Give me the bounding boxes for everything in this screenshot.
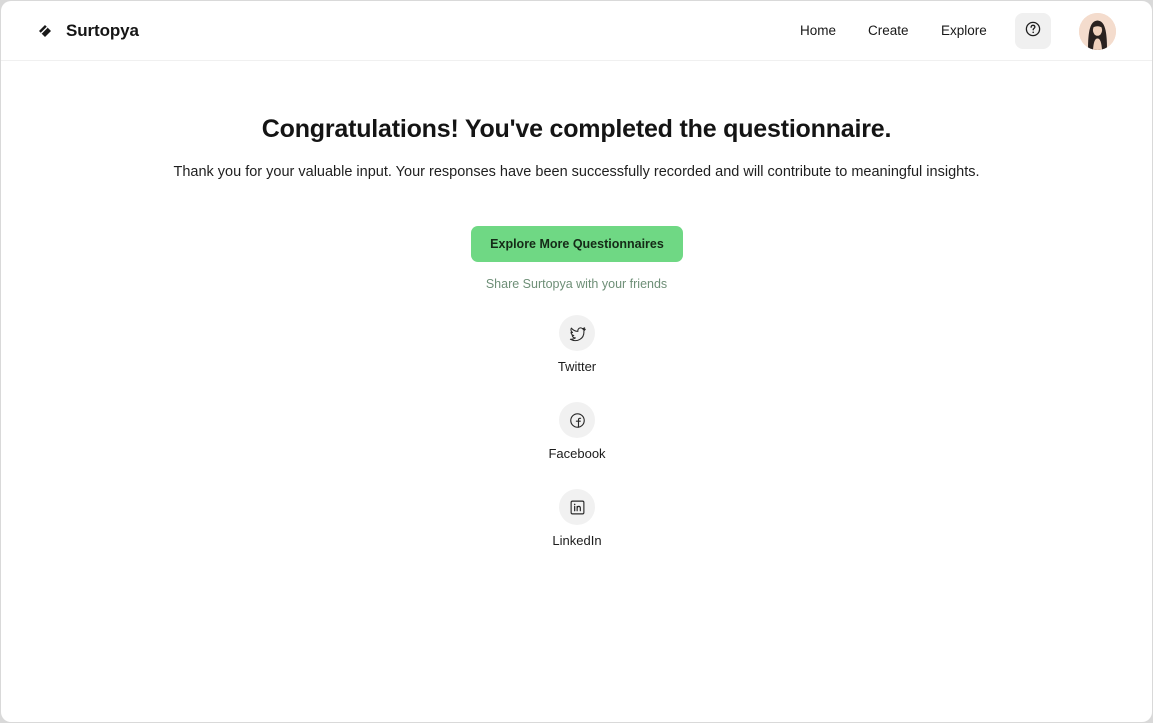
share-item-label: LinkedIn (552, 533, 602, 548)
share-label: Share Surtopya with your friends (485, 277, 668, 291)
top-nav-bar: Surtopya Home Create Explore (1, 1, 1152, 61)
help-button[interactable] (1015, 13, 1051, 49)
user-avatar[interactable] (1079, 13, 1116, 50)
linkedin-icon (559, 489, 595, 525)
share-facebook-button[interactable]: Facebook (526, 402, 628, 474)
nav-home-link[interactable]: Home (800, 13, 836, 49)
share-linkedin-button[interactable]: LinkedIn (526, 489, 628, 561)
facebook-icon (559, 402, 595, 438)
app-window: Surtopya Home Create Explore Congratulat… (1, 1, 1152, 722)
twitter-icon (559, 315, 595, 351)
share-item-label: Facebook (548, 446, 606, 461)
page-subtitle: Thank you for your valuable input. Your … (173, 164, 980, 180)
question-circle-icon (1025, 21, 1041, 42)
page-title: Congratulations! You've completed the qu… (261, 115, 892, 143)
share-item-label: Twitter (557, 359, 597, 374)
explore-more-button[interactable]: Explore More Questionnaires (471, 226, 683, 262)
share-twitter-button[interactable]: Twitter (526, 315, 628, 387)
nav-explore-link[interactable]: Explore (941, 13, 987, 49)
main-nav: Home Create Explore (1, 13, 1152, 49)
nav-create-link[interactable]: Create (868, 13, 909, 49)
